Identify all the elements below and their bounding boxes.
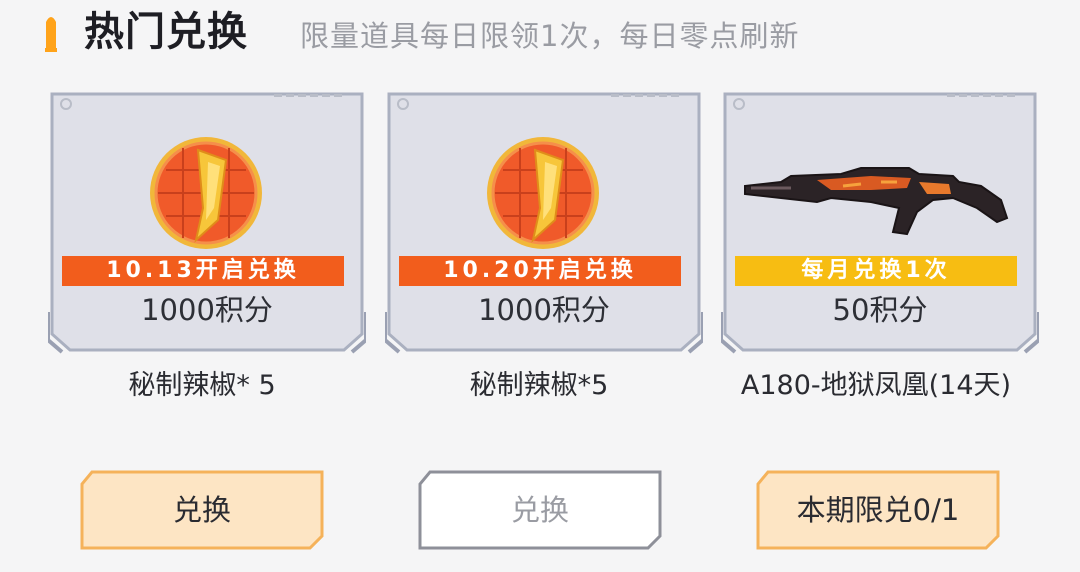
availability-banner: 每月兑换1次 — [735, 256, 1017, 286]
bullet-icon — [45, 17, 57, 52]
limited-exchange-button[interactable]: 本期限兑0/1 — [756, 470, 1000, 550]
item-name: A180-地狱凤凰(14天) — [740, 370, 1012, 401]
limited-exchange-button-label: 本期限兑0/1 — [796, 493, 960, 527]
exchange-button-disabled[interactable]: 兑换 — [418, 470, 662, 550]
exchange-button-label: 兑换 — [172, 493, 231, 527]
exchange-button[interactable]: 兑换 — [80, 470, 324, 550]
item-name: 秘制辣椒* 5 — [128, 370, 276, 401]
item-name: 秘制辣椒*5 — [469, 370, 609, 401]
points-cost: 1000积分 — [141, 293, 273, 327]
points-cost: 1000积分 — [478, 293, 610, 327]
availability-banner: 10.13开启兑换 — [62, 256, 344, 286]
exchange-button-label: 兑换 — [510, 493, 569, 527]
section-title: 热门兑换 — [84, 9, 248, 55]
chili-pepper-coin-icon — [487, 137, 599, 249]
availability-banner: 10.20开启兑换 — [399, 256, 681, 286]
rifle-icon — [744, 167, 1009, 236]
exchange-card[interactable]: 每月兑换1次 50积分 — [721, 90, 1039, 354]
exchange-card[interactable]: 10.20开启兑换 1000积分 — [385, 90, 703, 354]
section-subtitle: 限量道具每日限领1次，每日零点刷新 — [300, 19, 800, 53]
hot-exchange-section: 热门兑换 限量道具每日限领1次，每日零点刷新 10.13开启兑换 1000积分 … — [0, 0, 1080, 572]
chili-pepper-coin-icon — [150, 137, 262, 249]
points-cost: 50积分 — [832, 293, 928, 327]
exchange-card[interactable]: 10.13开启兑换 1000积分 — [48, 90, 366, 354]
